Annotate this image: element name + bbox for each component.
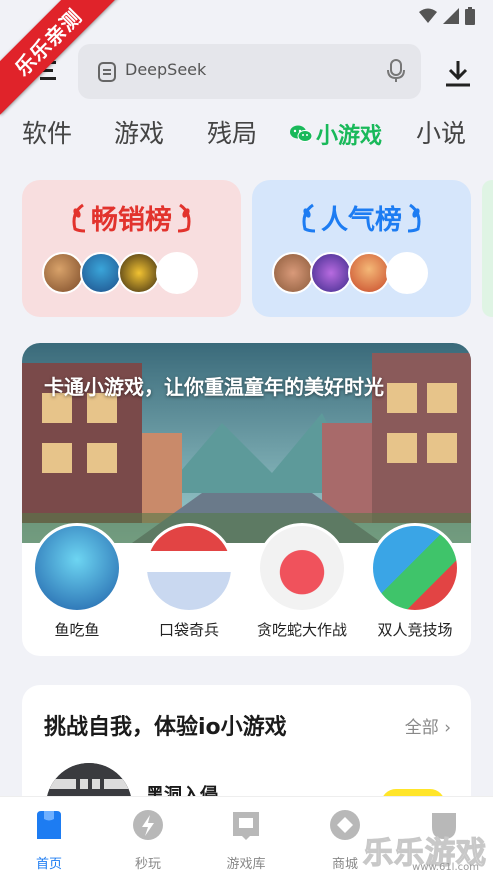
game-avatar [310,252,352,294]
home-icon [37,811,61,839]
nav-label: 游戏库 [226,857,266,872]
game-label: 贪吃蛇大作战 [256,621,347,639]
signal-icon [443,8,459,24]
game-avatar [272,252,314,294]
game-item[interactable]: 鱼吃鱼 [22,523,132,640]
tab-endgame[interactable]: 残局 [207,114,257,150]
search-input[interactable]: DeepSeek [78,44,421,99]
game-avatar [42,252,84,294]
game-item[interactable]: 口袋奇兵 [134,523,244,640]
tab-games[interactable]: 游戏 [114,114,164,150]
bestseller-avatars [42,252,198,294]
nav-game-library[interactable]: 游戏库 [206,809,286,872]
laurel-left-icon [302,203,316,232]
view-all-link[interactable]: 全部 › [405,713,451,738]
search-text: DeepSeek [125,60,207,79]
game-avatar [386,252,428,294]
category-tabs: 软件 游戏 残局 小游戏 小说 [0,114,493,154]
snake-game-icon [257,523,347,613]
game-label: 双人竞技场 [377,621,453,639]
tab-mini-games-label: 小游戏 [316,124,383,149]
game-label: 鱼吃鱼 [54,621,100,639]
game-item[interactable]: 双人竞技场 [360,523,470,640]
nav-label: 首页 [35,857,62,872]
fish-game-icon [32,523,122,613]
tab-software[interactable]: 软件 [22,114,72,150]
wifi-icon [419,8,437,23]
nav-instant-play[interactable]: 秒玩 [108,809,188,872]
two-player-game-icon [370,523,460,613]
section-title: 挑战自我，体验io小游戏 [44,715,287,740]
status-icons [419,7,475,25]
cartoon-games-banner[interactable]: 卡通小游戏，让你重温童年的美好时光 鱼吃鱼 口袋奇兵 贪吃蛇大作战 双人竞技场 [22,343,471,656]
chevron-right-icon: › [444,718,451,738]
nav-home[interactable]: 首页 [9,809,89,872]
diamond-icon [330,810,360,840]
laurel-right-icon [407,203,421,232]
top-bar: DeepSeek [0,44,493,100]
tab-novels[interactable]: 小说 [416,114,466,150]
game-item[interactable]: 贪吃蛇大作战 [247,523,357,640]
game-avatar [156,252,198,294]
library-icon [233,812,259,840]
battery-icon [465,7,475,25]
view-all-label: 全部 [404,718,439,738]
laurel-right-icon [177,203,191,232]
game-label: 口袋奇兵 [158,621,219,639]
banner-title: 卡通小游戏，让你重温童年的美好时光 [44,375,384,399]
bestseller-card[interactable]: 畅销榜 [22,180,241,317]
popularity-avatars [272,252,428,294]
game-avatar [118,252,160,294]
tab-mini-games[interactable]: 小游戏 [290,118,382,150]
laurel-left-icon [72,203,86,232]
microphone-icon[interactable] [387,59,405,83]
nav-label: 秒玩 [134,857,161,872]
watermark-url: www.61l.com [412,862,479,873]
download-icon[interactable] [443,58,473,88]
banner-game-list: 鱼吃鱼 口袋奇兵 贪吃蛇大作战 双人竞技场 [22,523,471,653]
document-icon [98,62,116,82]
next-rank-card[interactable] [482,180,493,317]
lightning-icon [133,810,163,840]
game-avatar [348,252,390,294]
popularity-card[interactable]: 人气榜 [252,180,471,317]
wechat-icon [290,125,312,142]
pocket-army-game-icon [144,523,234,613]
popularity-title: 人气榜 [321,205,402,236]
bestseller-title: 畅销榜 [91,205,172,236]
game-avatar [80,252,122,294]
